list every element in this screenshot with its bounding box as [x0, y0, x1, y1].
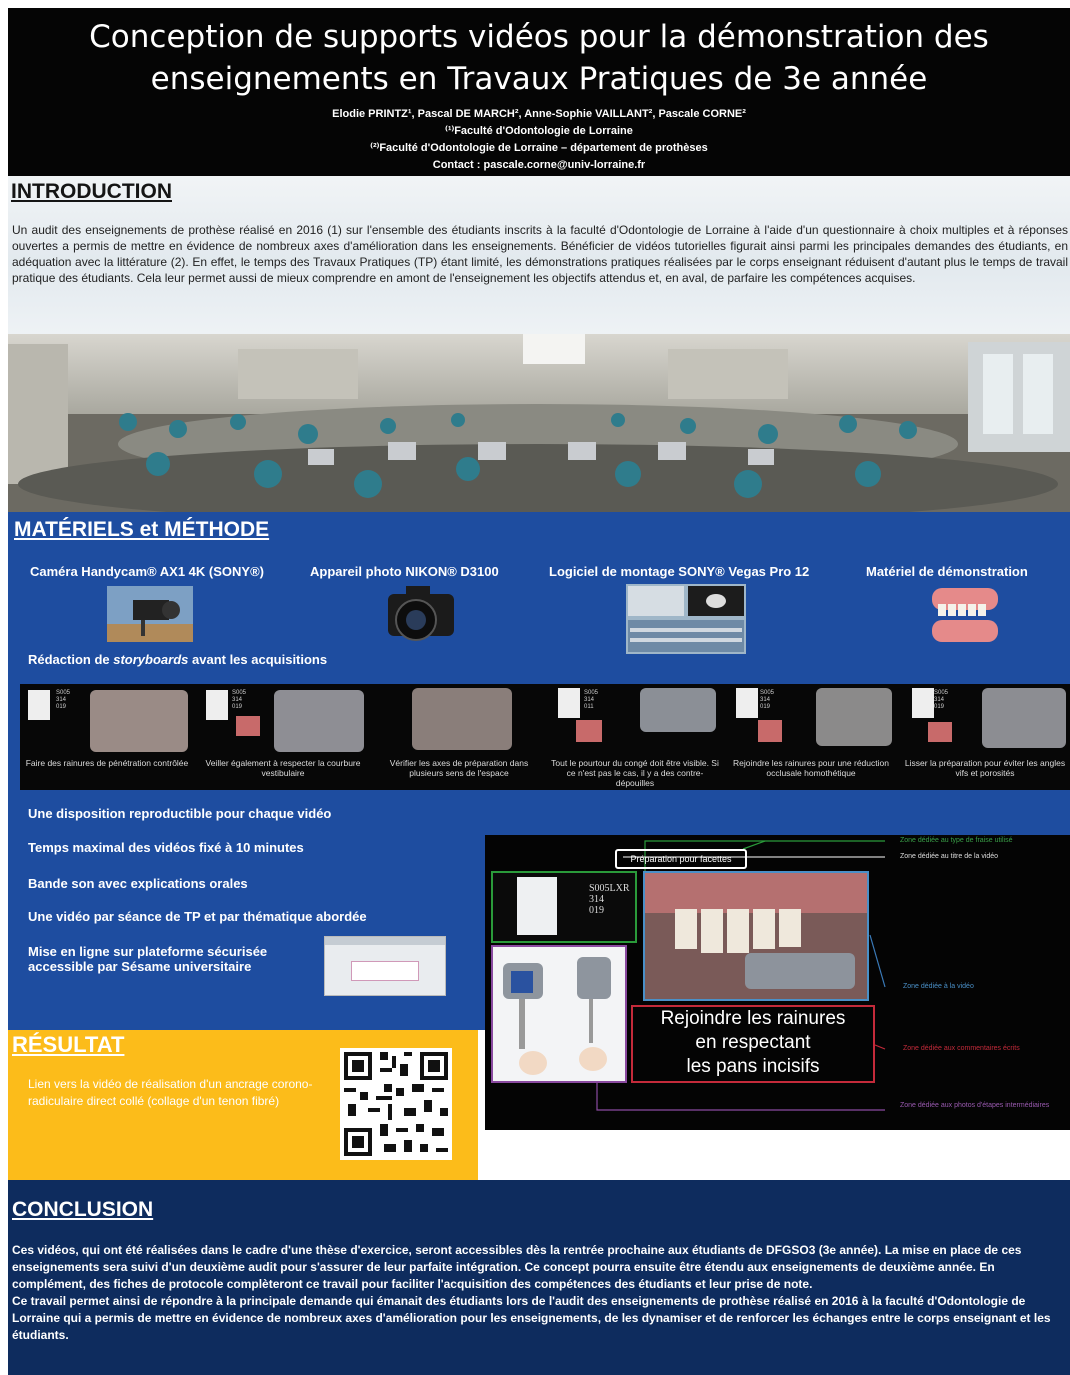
poster-title: Conception de supports vidéos pour la dé… — [89, 19, 989, 97]
introduction-title: INTRODUCTION — [11, 180, 172, 203]
contact: Contact : pascale.corne@univ-lorraine.fr — [432, 159, 646, 171]
storyboard-frame: Vérifier les axes de préparation dans pl… — [372, 684, 546, 790]
qr-code[interactable] — [340, 1048, 452, 1160]
result-section: RÉSULTAT Lien vers la vidéo de réalisati… — [8, 1030, 478, 1180]
result-text: Lien vers la vidéo de réalisation d'un a… — [28, 1077, 313, 1108]
storyboard-bur-code: S005 314 019 — [934, 690, 949, 710]
poster-header: Conception de supports vidéos pour la dé… — [8, 8, 1070, 176]
template-photos-zone — [491, 945, 627, 1083]
storyboard-bur-code: S005 314 019 — [56, 690, 71, 710]
storyboard-bur-code: S005 314 019 — [760, 690, 775, 710]
introduction-text: Un audit des enseignements de prothèse r… — [12, 223, 1068, 285]
conclusion-section: CONCLUSION Ces vidéos, qui ont été réali… — [8, 1180, 1070, 1375]
methods-title: MATÉRIELS et MÉTHODE — [14, 518, 270, 541]
dental-model-photo — [930, 584, 1000, 646]
template-bur-zone: S005LXR 314 019 — [491, 871, 637, 943]
storyboard-frame: Veiller également à respecter la courbur… — [196, 684, 370, 790]
conclusion-text: Ces vidéos, qui ont été réalisées dans l… — [12, 1243, 1051, 1342]
methods-section: MATÉRIELS et MÉTHODE Caméra Handycam® AX… — [8, 512, 1070, 1130]
zone-label-title: Zone dédiée au titre de la vidéo — [900, 853, 999, 860]
bullet-duration: Temps maximal des vidéos fixé à 10 minut… — [28, 840, 304, 855]
storyboard-frame: Faire des rainures de pénétration contrô… — [20, 684, 194, 790]
storyboard-frame: Tout le pourtour du congé doit être visi… — [548, 684, 722, 790]
template-title-box: Préparation pour facettes — [615, 849, 747, 869]
equipment-demo-label: Matériel de démonstration — [866, 564, 1028, 579]
template-video-zone — [643, 871, 869, 1001]
storyboard-caption: Tout le pourtour du congé doit être visi… — [551, 758, 719, 788]
storyboard-caption: Veiller également à respecter la courbur… — [205, 758, 361, 778]
affiliation-2: ⁽²⁾Faculté d'Odontologie de Lorraine – d… — [370, 142, 708, 154]
video-template-diagram: Préparation pour facettes S005LXR 314 01… — [485, 835, 1070, 1130]
storyboard-frame: Lisser la préparation pour éviter les an… — [898, 684, 1070, 790]
zone-label-bur: Zone dédiée au type de fraise utilisé — [900, 837, 1013, 844]
bullet-soundtrack: Bande son avec explications orales — [28, 876, 248, 891]
equipment-camera-label: Caméra Handycam® AX1 4K (SONY®) — [30, 564, 264, 579]
template-comment-zone: Rejoindre les rainures en respectant les… — [631, 1005, 875, 1083]
storyboard-caption: Lisser la préparation pour éviter les an… — [904, 758, 1066, 778]
camcorder-photo — [107, 586, 193, 642]
affiliation-1: ⁽¹⁾Faculté d'Odontologie de Lorraine — [445, 125, 633, 137]
bullet-one-video: Une vidéo par séance de TP et par thémat… — [28, 909, 367, 924]
equipment-software-label: Logiciel de montage SONY® Vegas Pro 12 — [549, 564, 810, 579]
storyboard-frame: Rejoindre les rainures pour une réductio… — [724, 684, 898, 790]
classroom-photo — [8, 334, 1070, 512]
storyboard-label: Rédaction de storyboards avant les acqui… — [28, 652, 328, 667]
platform-screenshot — [324, 936, 446, 996]
zone-label-video: Zone dédiée à la vidéo — [903, 983, 974, 990]
storyboard-caption: Vérifier les axes de préparation dans pl… — [389, 758, 529, 778]
storyboard-caption: Rejoindre les rainures pour une réductio… — [733, 758, 889, 778]
introduction-section: INTRODUCTION Un audit des enseignements … — [8, 176, 1070, 334]
storyboard-strip: Faire des rainures de pénétration contrô… — [20, 684, 1070, 790]
template-bur-code: S005LXR 314 019 — [589, 883, 630, 916]
result-title: RÉSULTAT — [12, 1032, 125, 1057]
vegas-software-screenshot — [626, 584, 746, 654]
bullet-layout: Une disposition reproductible pour chaqu… — [28, 806, 332, 821]
storyboard-bur-code: S005 314 019 — [232, 690, 247, 710]
storyboard-caption: Faire des rainures de pénétration contrô… — [25, 758, 189, 768]
nikon-camera-photo — [384, 582, 468, 648]
zone-label-comments: Zone dédiée aux commentaires écrits — [903, 1045, 1020, 1052]
bullet-online: Mise en ligne sur plateforme sécurisée a… — [28, 944, 268, 974]
storyboard-bur-code: S005 314 011 — [584, 690, 599, 710]
conclusion-title: CONCLUSION — [12, 1198, 154, 1221]
authors: Elodie PRINTZ¹, Pascal DE MARCH², Anne-S… — [332, 108, 746, 120]
equipment-nikon-label: Appareil photo NIKON® D3100 — [310, 564, 499, 579]
zone-label-photos: Zone dédiée aux photos d'étapes interméd… — [900, 1102, 1050, 1109]
